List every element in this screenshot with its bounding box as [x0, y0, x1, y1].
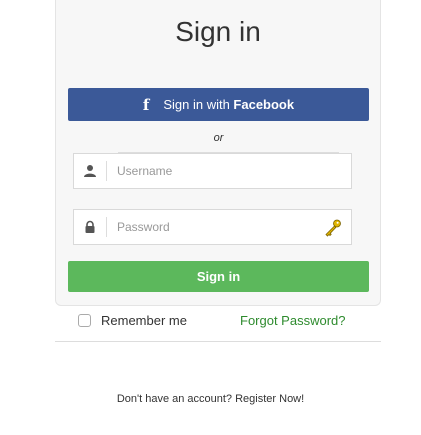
remember-me-label: Remember me: [101, 313, 187, 328]
remember-me-checkbox[interactable]: Remember me: [78, 313, 187, 328]
forgot-password-link[interactable]: Forgot Password?: [240, 313, 346, 328]
facebook-button-brand: Facebook: [233, 97, 295, 112]
password-field: [73, 209, 352, 245]
or-separator: or: [68, 130, 369, 153]
signin-button[interactable]: Sign in: [68, 261, 369, 292]
register-prompt: Don't have an account? Register Now!: [0, 393, 421, 405]
username-field: [73, 153, 352, 189]
register-link[interactable]: Register Now!: [235, 393, 304, 405]
password-input[interactable]: [107, 210, 351, 244]
register-prompt-text: Don't have an account?: [116, 393, 236, 405]
facebook-button-label: Sign in with Facebook: [163, 97, 294, 112]
lock-icon: [74, 210, 106, 244]
checkbox-icon[interactable]: [78, 314, 91, 327]
username-input[interactable]: [107, 154, 351, 188]
or-text: or: [213, 132, 224, 144]
facebook-signin-button[interactable]: f Sign in with Facebook: [68, 88, 369, 121]
facebook-icon: f: [142, 95, 150, 114]
page-title: Sign in: [175, 16, 261, 47]
key-icon[interactable]: [323, 218, 343, 238]
user-icon: [74, 154, 106, 188]
login-card: Sign in f Sign in with Facebook or Usern…: [55, 0, 381, 306]
facebook-button-prefix: Sign in with: [163, 97, 234, 112]
divider: [55, 341, 381, 342]
